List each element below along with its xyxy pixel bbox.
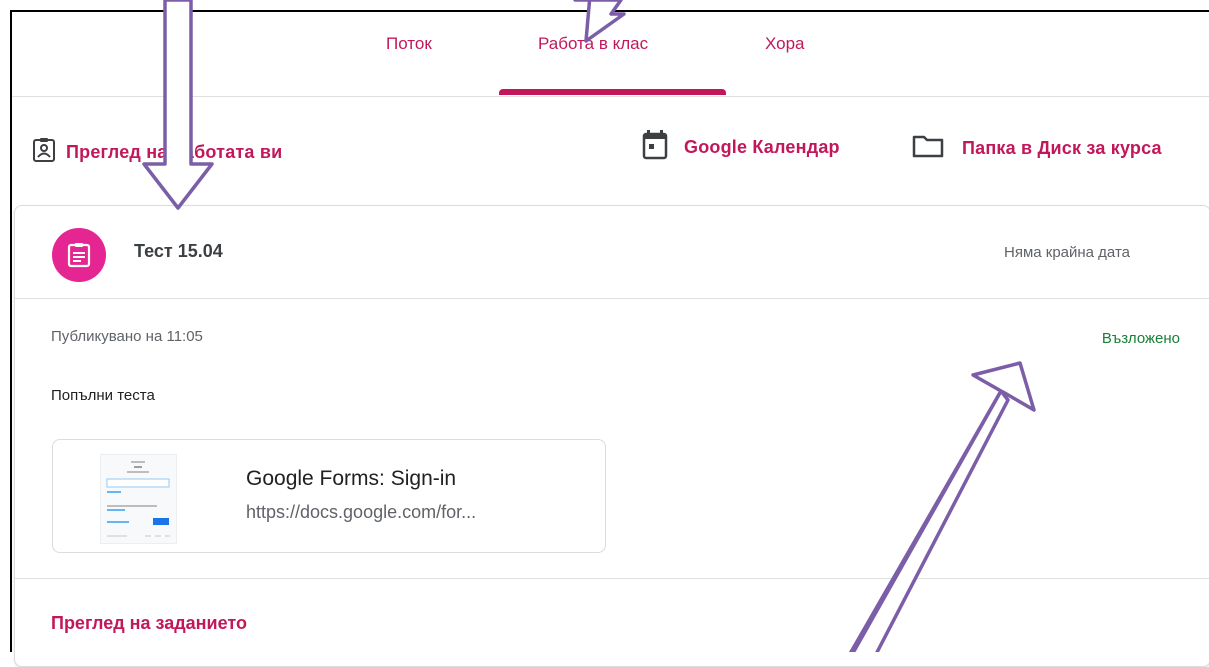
assignment-instructions: Попълни теста — [51, 387, 155, 404]
google-calendar-link[interactable]: Google Календар — [642, 130, 840, 165]
view-assignment-link[interactable]: Преглед на заданието — [51, 613, 247, 634]
divider — [15, 578, 1209, 579]
due-date: Няма крайна дата — [1003, 244, 1130, 261]
assignment-header[interactable]: Тест 15.04 Няма крайна дата — [15, 206, 1209, 299]
tab-people[interactable]: Хора — [765, 34, 805, 54]
form-attachment[interactable]: Google Forms: Sign-in https://docs.googl… — [52, 439, 606, 553]
form-thumbnail — [100, 454, 177, 544]
attachment-url: https://docs.google.com/for... — [246, 502, 477, 522]
drive-folder-label: Папка в Диск за курса — [962, 138, 1162, 158]
drive-folder-link[interactable]: Папка в Диск за курса — [912, 134, 1162, 163]
assignment-icon — [52, 228, 106, 282]
assignment-card: Тест 15.04 Няма крайна дата Публикувано … — [14, 205, 1209, 667]
folder-icon — [912, 134, 944, 163]
top-navigation: Поток Работа в клас Хора — [12, 12, 1209, 97]
status-badge: Възложено — [1101, 330, 1180, 347]
view-your-work-label: Преглед на работата ви — [66, 142, 283, 162]
calendar-icon — [642, 130, 668, 165]
active-tab-indicator — [499, 89, 726, 95]
tab-stream[interactable]: Поток — [386, 34, 432, 54]
assignment-title: Тест 15.04 — [134, 241, 223, 261]
assignment-ind-icon — [32, 137, 56, 168]
google-calendar-label: Google Календар — [684, 137, 840, 157]
attachment-title: Google Forms: Sign-in — [246, 467, 457, 490]
published-time: Публикувано на 11:05 — [51, 328, 203, 345]
view-your-work-link[interactable]: Преглед на работата ви — [32, 137, 282, 168]
tab-classwork[interactable]: Работа в клас — [538, 34, 648, 54]
